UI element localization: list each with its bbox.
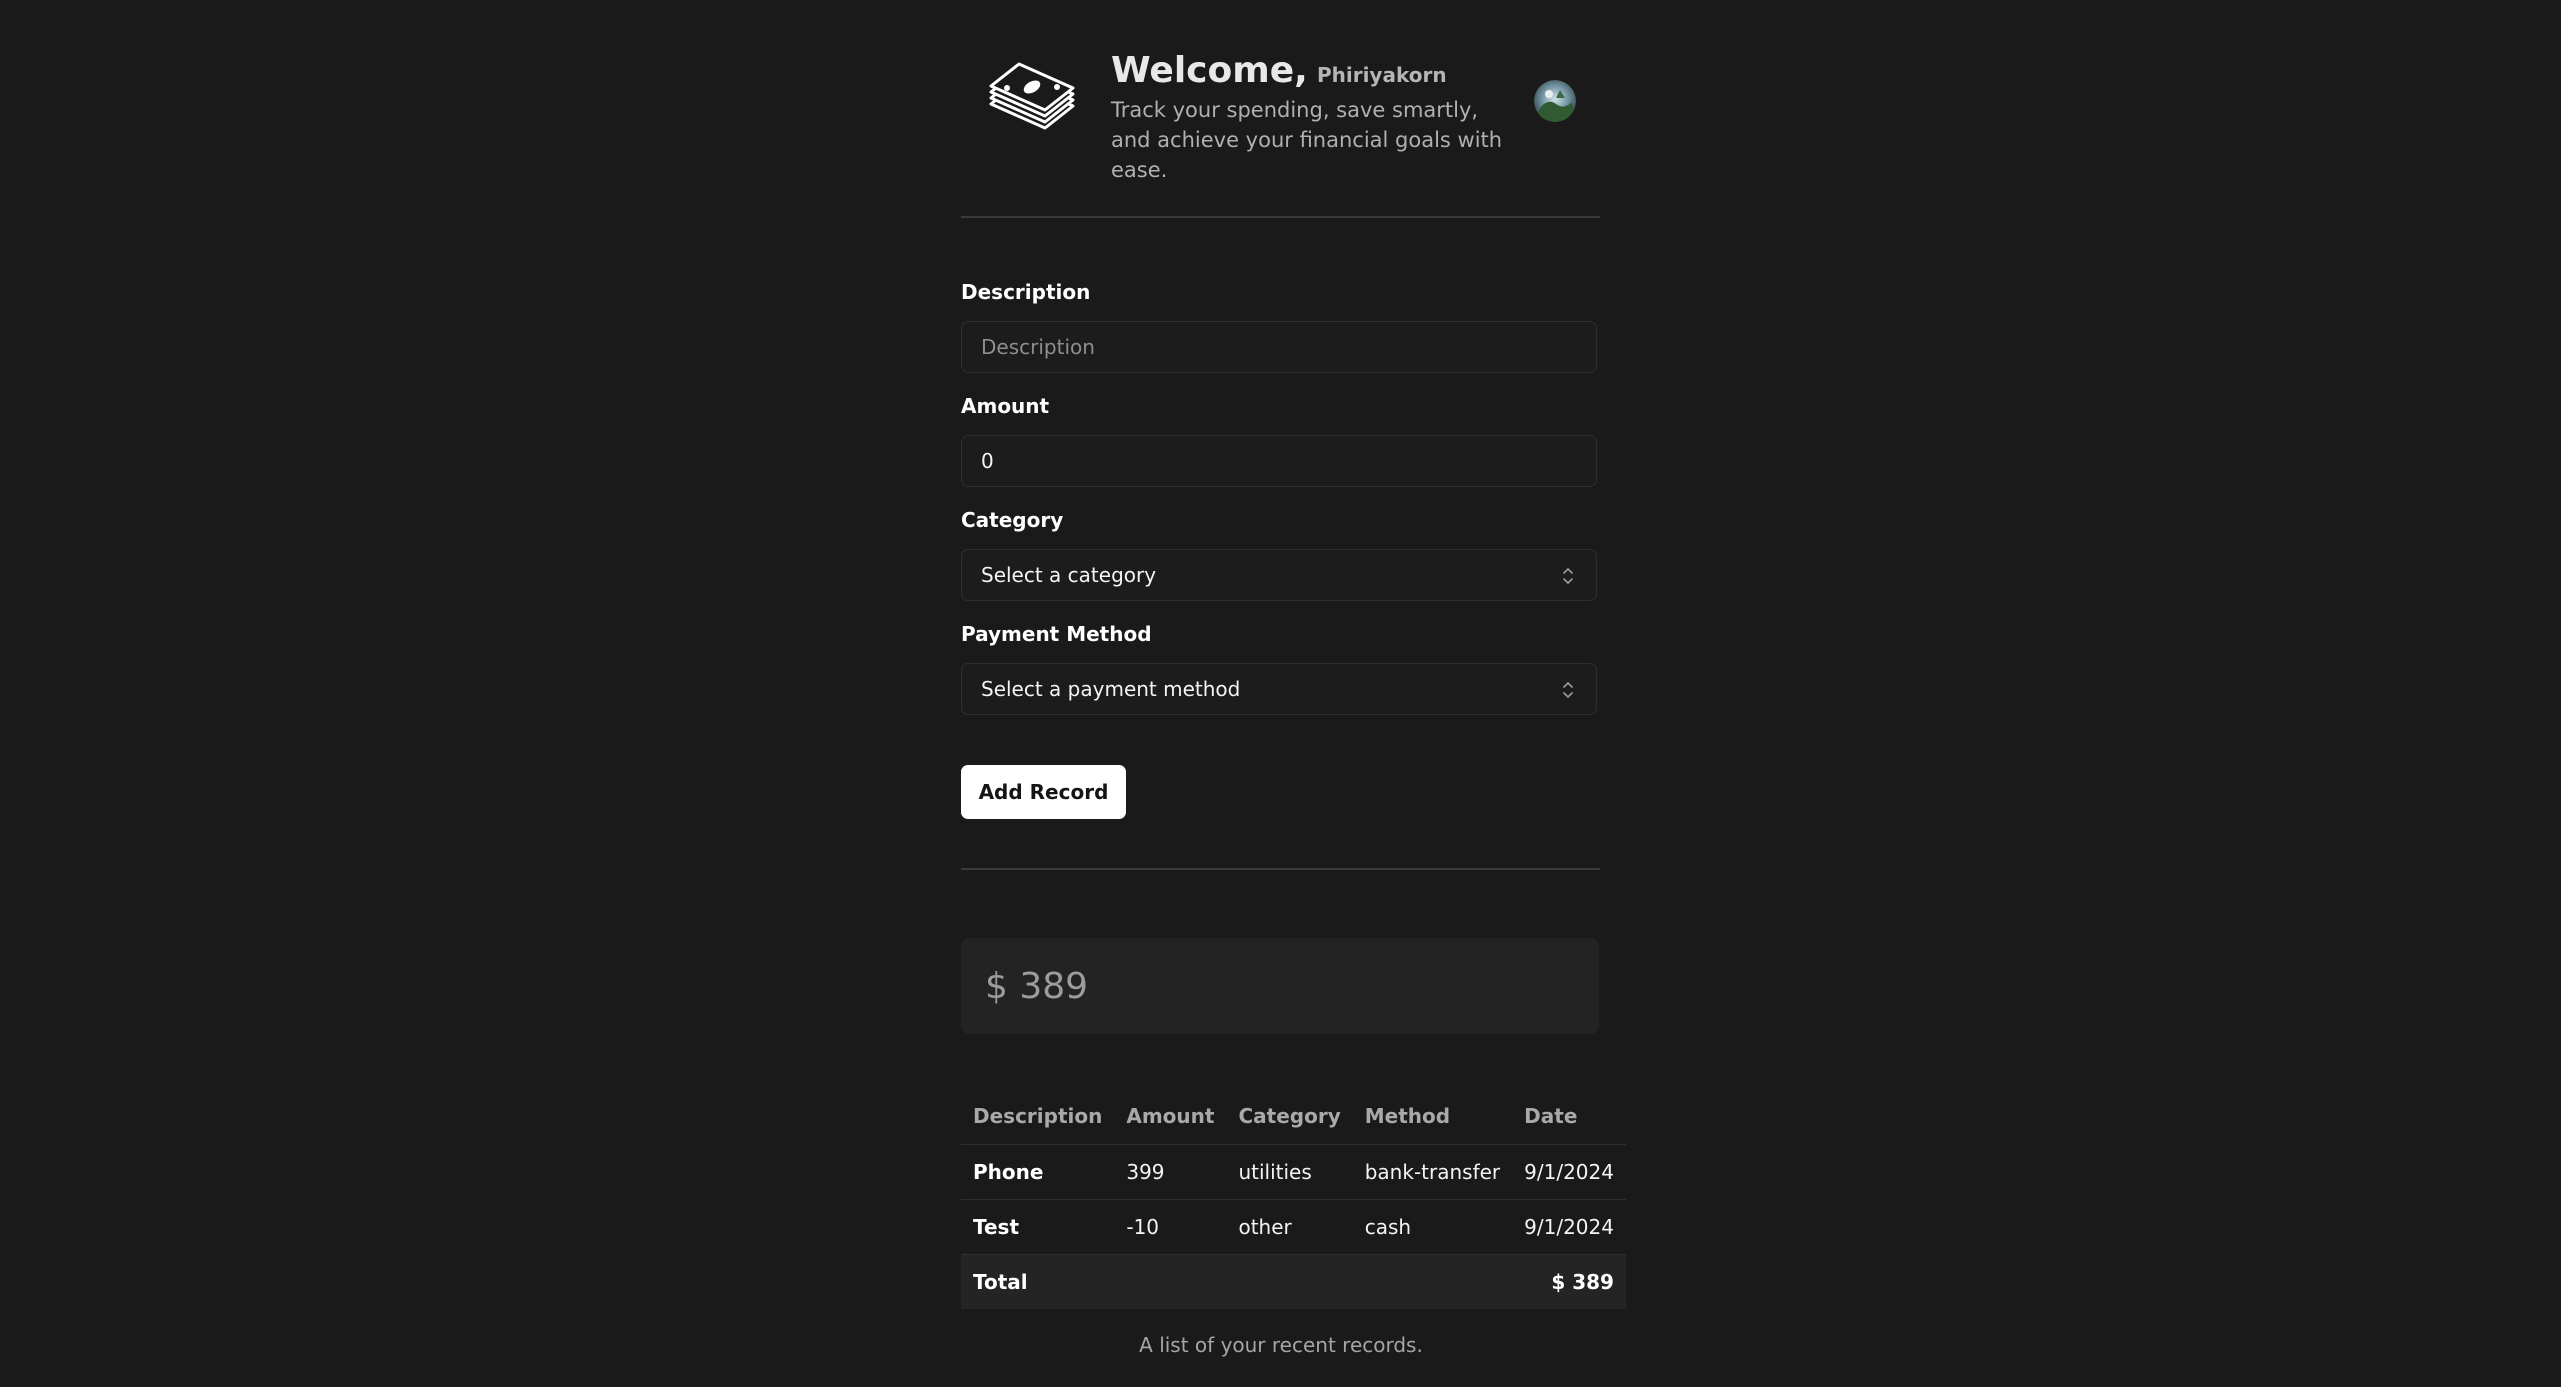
chevron-up-down-icon [1563,568,1573,584]
amount-label: Amount [961,394,1050,418]
payment-method-select[interactable]: Select a payment method [961,663,1597,715]
app-container: Welcome, Phiriyakorn Track your spending… [961,0,1626,1357]
column-header: Category [1226,1088,1353,1145]
chevron-up-down-icon [1563,682,1573,698]
column-header: Amount [1114,1088,1227,1145]
payment-method-selected: Select a payment method [981,677,1241,701]
header: Welcome, Phiriyakorn Track your spending… [961,0,1600,218]
category-select[interactable]: Select a category [961,549,1597,601]
amount-input[interactable]: 0 [961,435,1597,487]
welcome-heading: Welcome, Phiriyakorn [1111,50,1447,91]
table-total-row: Total $ 389 [961,1254,1626,1309]
description-label: Description [961,280,1091,304]
username: Phiriyakorn [1316,63,1447,87]
user-avatar[interactable] [1534,80,1576,122]
table-total-value: $ 389 [1114,1254,1626,1309]
table-cell-method: cash [1352,1199,1513,1255]
add-record-button[interactable]: Add Record [961,765,1126,819]
records-table: Description Amount Category Method Date … [961,1088,1626,1309]
table-cell-amount: -10 [1114,1199,1227,1255]
table-header-row: Description Amount Category Method Date [961,1088,1626,1145]
column-header: Description [961,1088,1115,1145]
column-header: Method [1352,1088,1513,1145]
amount-value: 0 [981,449,994,473]
column-header: Date [1512,1088,1626,1145]
money-stack-icon [987,58,1077,130]
table-cell-date: 9/1/2024 [1512,1199,1626,1255]
table-row: Test -10 other cash 9/1/2024 [961,1199,1626,1255]
table-cell-category: utilities [1226,1144,1353,1200]
table-row: Phone 399 utilities bank-transfer 9/1/20… [961,1144,1626,1200]
table-cell-method: bank-transfer [1352,1144,1513,1200]
tagline: Track your spending, save smartly, and a… [1111,98,1503,182]
table-cell-description: Test [961,1199,1115,1255]
table-total-label: Total [961,1254,1115,1309]
table-cell-amount: 399 [1114,1144,1227,1200]
total-summary-card: $ 389 [961,938,1599,1034]
record-form: Description Description Amount 0 Categor… [961,218,1600,870]
payment-method-label: Payment Method [961,622,1152,646]
category-selected: Select a category [981,563,1157,587]
description-input[interactable]: Description [961,321,1597,373]
table-cell-date: 9/1/2024 [1512,1144,1626,1200]
table-cell-category: other [1226,1199,1353,1255]
table-cell-description: Phone [961,1144,1115,1200]
table-caption: A list of your recent records. [1139,1333,1423,1357]
category-label: Category [961,508,1064,532]
welcome-text: Welcome, [1111,50,1308,91]
description-placeholder: Description [981,335,1095,359]
total-summary-value: $ 389 [985,965,1089,1007]
